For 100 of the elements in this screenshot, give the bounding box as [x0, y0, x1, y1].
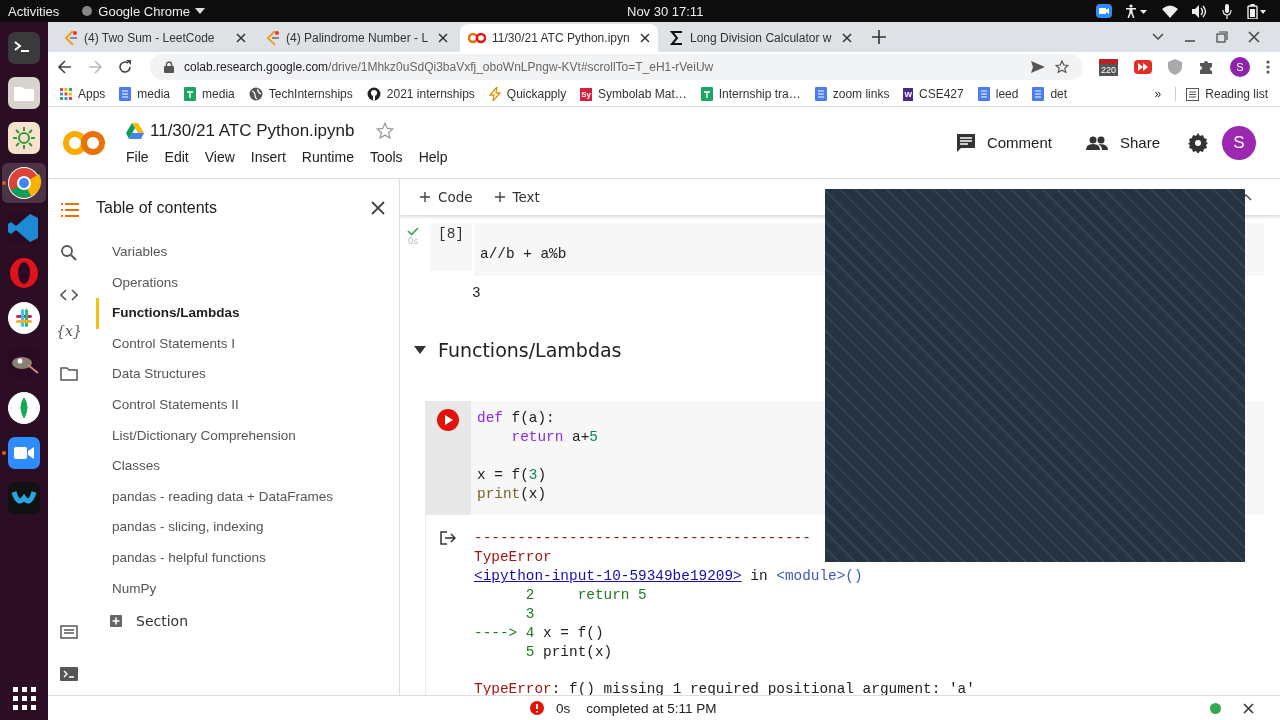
send-icon[interactable] [1030, 61, 1045, 73]
extension-badge[interactable]: 220 [1098, 58, 1118, 76]
search-icon[interactable] [61, 245, 77, 261]
toc-item[interactable]: pandas - slicing, indexing [96, 512, 385, 543]
variables-icon[interactable]: {x} [56, 323, 82, 339]
terminal-icon[interactable] [60, 667, 78, 681]
panel-title: Table of contents [96, 199, 217, 217]
camera-icon[interactable] [1096, 4, 1112, 18]
toc-item[interactable]: Control Statements II [96, 389, 385, 421]
people-icon [1085, 135, 1108, 150]
table-of-contents-icon[interactable] [61, 203, 79, 217]
share-button[interactable]: Share [1079, 134, 1166, 151]
menu-item[interactable]: Tools [369, 148, 403, 165]
wifi-icon[interactable] [1162, 4, 1178, 18]
bookmark[interactable]: TechInternships [248, 87, 353, 101]
section-heading: Functions/Lambdas [438, 338, 622, 361]
output-icon[interactable] [440, 531, 456, 546]
close-icon[interactable] [438, 33, 448, 43]
toc-item[interactable]: pandas - helpful functions [96, 542, 385, 574]
activities-button[interactable]: Activities [8, 3, 60, 19]
bookmark[interactable]: 2021 internships [366, 87, 475, 101]
bookmark[interactable]: Sy Symbolab Mat… [580, 87, 687, 101]
restore-icon[interactable] [1216, 31, 1228, 43]
apps-icon [60, 88, 72, 100]
caret-icon [195, 8, 206, 14]
more-bookmarks-button[interactable]: » [1154, 87, 1162, 101]
back-icon[interactable] [58, 60, 72, 74]
fast-forward-icon[interactable] [1134, 60, 1152, 74]
bookmark[interactable]: det [1032, 87, 1068, 101]
collapse-triangle-icon[interactable] [414, 345, 426, 354]
bookmark[interactable]: W CSE427 [903, 87, 964, 101]
accessibility-icon[interactable] [1126, 4, 1148, 18]
app-grid-icon[interactable] [12, 686, 36, 710]
output-line: TypeError [474, 548, 553, 568]
toc-item[interactable]: Data Structures [96, 359, 385, 390]
toc-item[interactable]: Control Statements I [96, 328, 385, 360]
close-icon[interactable] [1248, 31, 1260, 43]
reading-list-button[interactable]: Reading list [1175, 87, 1268, 101]
browser-tab[interactable]: 11/30/21 ATC Python.ipyn [460, 24, 658, 52]
toc-item[interactable]: List/Dictionary Comprehension [96, 420, 385, 452]
bookmark[interactable]: media [184, 87, 235, 101]
close-icon[interactable] [1243, 702, 1254, 714]
menu-item[interactable]: View [204, 148, 235, 165]
star-icon[interactable] [376, 121, 395, 140]
folder-icon[interactable] [60, 367, 78, 381]
profile-avatar[interactable]: S [1230, 57, 1250, 77]
tab-favicon-icon [468, 32, 486, 44]
run-button[interactable] [437, 408, 459, 431]
bookmark[interactable]: Quickapply [488, 87, 567, 101]
toc-item[interactable]: pandas - reading data + DataFrames [96, 481, 385, 513]
toc-item[interactable]: Functions/Lambdas [96, 298, 385, 329]
add-text-button[interactable]: Text [494, 189, 540, 205]
star-icon[interactable] [1054, 60, 1069, 74]
error-message: TypeError: f() missing 1 required positional argument: 'a' [474, 679, 975, 695]
output-line: --------------------------------------- [474, 529, 812, 549]
bookmark[interactable]: media [119, 87, 171, 101]
output-line: ----> 4 x = f() [474, 623, 605, 643]
address-bar[interactable]: colab.research.google.com/drive/1Mhkz0uSdQi3baVxfj_oboWnLPngw-KVt#scrollTo=T_eH1-rVeiUw [150, 54, 1083, 80]
output-line: 3 [472, 283, 481, 303]
reload-icon[interactable] [118, 60, 132, 74]
browser-tab[interactable]: (4) Palindrome Number - L [258, 24, 456, 52]
toc-item[interactable]: Operations [96, 267, 385, 299]
code-icon[interactable] [60, 289, 78, 301]
bookmark[interactable]: Internship tra… [700, 87, 801, 101]
bookmark[interactable]: leed [977, 87, 1019, 101]
new-tab-icon[interactable] [872, 30, 886, 44]
bookmark[interactable]: zoom links [814, 87, 890, 101]
close-icon[interactable] [640, 33, 650, 43]
menu-item[interactable]: Insert [250, 148, 286, 165]
keyboard-icon[interactable] [60, 625, 78, 639]
clock[interactable]: Nov 30 17:11 [627, 3, 704, 19]
more-icon[interactable] [1266, 60, 1270, 74]
dock-app-icon[interactable] [2, 163, 46, 203]
menu-item[interactable]: File [126, 148, 149, 165]
volume-icon[interactable] [1192, 4, 1208, 18]
chevron-down-icon[interactable] [1152, 33, 1164, 41]
toc-item[interactable]: NumPy [96, 573, 385, 605]
notebook-title[interactable]: 11/30/21 ATC Python.ipynb [150, 120, 355, 141]
browser-tab[interactable]: (4) Two Sum - LeetCode [56, 24, 254, 52]
menu-item[interactable]: Edit [164, 148, 189, 165]
user-avatar[interactable]: S [1222, 125, 1256, 160]
comment-button[interactable]: Comment [950, 133, 1058, 152]
close-icon[interactable] [842, 33, 852, 43]
puzzle-icon[interactable] [1198, 59, 1214, 75]
battery-icon[interactable] [1246, 3, 1266, 19]
execution-count: [8] [430, 223, 472, 271]
add-code-button[interactable]: Code [420, 189, 473, 205]
menu-item[interactable]: Help [418, 148, 448, 165]
toc-item[interactable]: Classes [96, 451, 385, 482]
close-icon[interactable] [236, 33, 246, 43]
add-section-button[interactable]: Section [110, 613, 188, 630]
close-icon[interactable] [371, 201, 385, 215]
browser-tab[interactable]: Long Division Calculator w [662, 24, 860, 52]
menu-item[interactable]: Runtime [301, 148, 354, 165]
toc-item[interactable]: Variables [96, 237, 385, 268]
bookmark[interactable]: Apps [60, 87, 106, 101]
settings-icon[interactable] [1188, 132, 1208, 153]
microphone-icon[interactable] [1222, 3, 1232, 19]
document-icon [119, 87, 132, 101]
run-duration: 0s [556, 700, 571, 716]
